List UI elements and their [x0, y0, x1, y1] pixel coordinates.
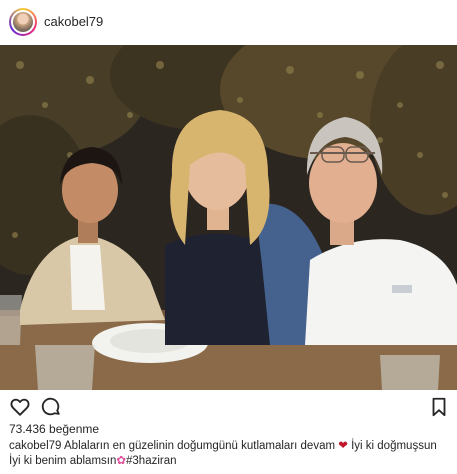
post-actions [0, 396, 457, 420]
caption-text: Ablaların en güzelinin doğumgünü kutlama… [61, 440, 339, 452]
username[interactable]: cakobel79 [44, 14, 103, 29]
post-photo[interactable] [0, 45, 457, 390]
avatar-image [13, 12, 33, 32]
heart-emoji: ❤ [338, 440, 348, 452]
comment-icon[interactable] [40, 396, 62, 418]
heart-icon[interactable] [9, 396, 31, 418]
post-header: cakobel79 [0, 0, 457, 45]
likes-count[interactable]: 73.436 beğenme [9, 422, 99, 436]
caption-username[interactable]: cakobel79 [9, 440, 61, 452]
flower-emoji: ✿ [116, 455, 127, 467]
bookmark-icon[interactable] [428, 396, 450, 418]
avatar[interactable] [9, 8, 37, 36]
hashtag-link[interactable]: #3haziran [126, 455, 177, 467]
post-caption: cakobel79 Ablaların en güzelinin doğumgü… [9, 439, 449, 469]
